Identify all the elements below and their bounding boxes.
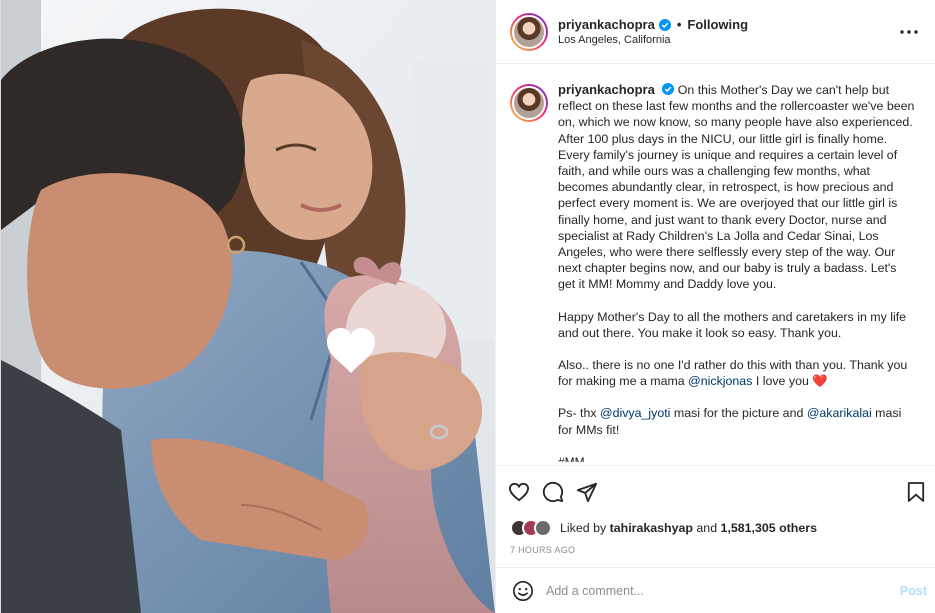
author-username[interactable]: priyankachopra [558, 17, 655, 32]
liker-avatars[interactable] [510, 519, 552, 537]
comment-composer: Post [496, 567, 935, 613]
mention-divya-jyoti[interactable]: @divya_jyoti [600, 406, 670, 420]
first-liker-username[interactable]: tahirakashyap [610, 521, 693, 535]
comment-bubble-icon [542, 481, 564, 502]
caption-paragraph-1: priyankachopra On this Mother's Day we c… [558, 82, 916, 293]
emoji-button[interactable] [510, 578, 536, 604]
caption-body-1: On this Mother's Day we can't help but r… [558, 83, 915, 292]
smiley-face-icon [513, 580, 533, 601]
post-photo[interactable] [1, 0, 495, 613]
caption-cutoff-line: #MM [558, 454, 585, 462]
liker-avatar [534, 519, 552, 537]
family-photo-illustration [1, 0, 495, 613]
verified-badge-icon [658, 18, 671, 31]
comment-button[interactable] [542, 475, 576, 509]
caption-paragraph-3: Also.. there is no one I'd rather do thi… [558, 358, 908, 389]
caption-username[interactable]: priyankachopra [558, 82, 655, 97]
header-text: priyankachopra • Following Los Angeles, … [558, 17, 897, 46]
likes-summary: Liked by tahirakashyap and 1,581,305 oth… [496, 517, 935, 539]
save-button[interactable] [891, 475, 925, 509]
heart-outline-icon [508, 482, 530, 501]
more-options-button[interactable] [897, 20, 921, 44]
like-button[interactable] [508, 475, 542, 509]
verified-badge-icon [662, 83, 675, 95]
post-location[interactable]: Los Angeles, California [558, 34, 897, 46]
post-timestamp[interactable]: 7 HOURS AGO [496, 539, 935, 567]
likes-count[interactable]: 1,581,305 others [721, 521, 817, 535]
caption-author-avatar[interactable] [510, 84, 548, 122]
bookmark-icon [907, 481, 925, 502]
separator-dot: • [676, 17, 682, 32]
caption-paragraph-2: Happy Mother's Day to all the mothers an… [558, 309, 907, 340]
caption-text: priyankachopra On this Mother's Day we c… [558, 82, 916, 465]
following-button[interactable]: Following [687, 17, 748, 32]
mention-akarikalai[interactable]: @akarikalai [807, 406, 872, 420]
post-side-panel: priyankachopra • Following Los Angeles, … [495, 0, 935, 613]
action-bar [496, 465, 935, 517]
liked-by-label: Liked by [560, 521, 607, 535]
post-header: priyankachopra • Following Los Angeles, … [496, 0, 935, 64]
author-avatar[interactable] [510, 12, 548, 51]
caption-paragraph-4: Ps- thx @divya_jyoti masi for the pictur… [558, 406, 902, 437]
more-horizontal-icon [900, 29, 918, 34]
paper-plane-icon [576, 482, 598, 502]
red-heart-emoji: ❤️ [812, 374, 828, 389]
share-button[interactable] [576, 475, 610, 509]
post-comment-button[interactable]: Post [900, 584, 927, 598]
mention-nickjonas[interactable]: @nickjonas [688, 374, 752, 388]
instagram-post-view: priyankachopra • Following Los Angeles, … [0, 0, 935, 613]
comment-input[interactable] [546, 583, 900, 598]
caption-section: priyankachopra On this Mother's Day we c… [496, 64, 935, 465]
